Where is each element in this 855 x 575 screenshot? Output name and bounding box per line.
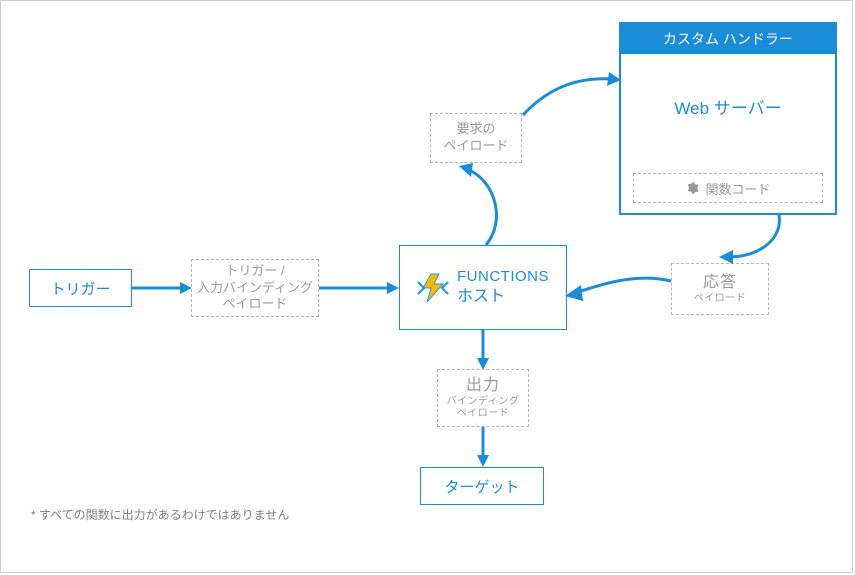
arrow-payload-to-host bbox=[319, 280, 399, 296]
node-trigger-payload-text: トリガー / 入力バインディング ペイロード bbox=[197, 263, 313, 314]
node-response-payload: 応答 ペイロード bbox=[671, 263, 769, 315]
node-trigger: トリガー bbox=[29, 269, 132, 307]
node-output-payload: 出力 バインディング ペイロード bbox=[437, 369, 529, 427]
arrow-host-to-output bbox=[475, 330, 491, 370]
diagram-canvas: トリガー トリガー / 入力バインディング ペイロード FUNCTIONS ホス… bbox=[0, 0, 853, 573]
custom-handler-title: カスタム ハンドラー bbox=[621, 24, 835, 54]
request-payload-line2: ペイロード bbox=[443, 138, 508, 153]
node-target: ターゲット bbox=[420, 467, 544, 505]
functions-label-bottom: ホスト bbox=[457, 287, 549, 307]
node-custom-handler: カスタム ハンドラー Web サーバー 関数コード bbox=[619, 22, 837, 215]
arrow-trigger-to-payload bbox=[132, 280, 192, 296]
node-trigger-label: トリガー bbox=[50, 278, 110, 299]
response-label-small: ペイロード bbox=[694, 293, 747, 306]
response-label-big: 応答 bbox=[703, 273, 737, 293]
node-functions-host: FUNCTIONS ホスト bbox=[399, 245, 567, 330]
arrow-output-to-target bbox=[475, 427, 491, 467]
arrow-handler-to-response bbox=[719, 215, 799, 265]
request-payload-line1: 要求の bbox=[456, 121, 495, 136]
custom-handler-body: Web サーバー 関数コード bbox=[621, 54, 835, 213]
node-trigger-payload: トリガー / 入力バインディング ペイロード bbox=[191, 259, 319, 317]
arrow-request-to-handler bbox=[521, 73, 621, 121]
arrow-host-to-request bbox=[461, 161, 521, 247]
node-request-payload: 要求の ペイロード bbox=[430, 113, 522, 163]
functions-icon bbox=[417, 272, 449, 304]
function-code-box: 関数コード bbox=[633, 173, 823, 203]
arrow-response-to-host bbox=[567, 275, 673, 307]
trigger-payload-line3: ペイロード bbox=[222, 296, 287, 311]
node-target-label: ターゲット bbox=[444, 476, 519, 497]
trigger-payload-line2: 入力バインディング bbox=[197, 280, 313, 295]
functions-label-top: FUNCTIONS bbox=[457, 268, 549, 287]
web-server-label: Web サーバー bbox=[621, 54, 835, 119]
functions-host-label: FUNCTIONS ホスト bbox=[457, 268, 549, 307]
trigger-payload-line1: トリガー / bbox=[225, 263, 284, 278]
output-label-s2: ペイロード bbox=[457, 408, 510, 421]
footnote: * すべての関数に出力があるわけではありません bbox=[31, 506, 289, 523]
function-code-label: 関数コード bbox=[705, 179, 770, 198]
output-label-big: 出力 bbox=[466, 376, 500, 396]
gear-icon bbox=[685, 181, 699, 195]
output-label-s1: バインディング bbox=[447, 396, 520, 409]
request-payload-text: 要求の ペイロード bbox=[443, 121, 508, 155]
custom-handler-title-label: カスタム ハンドラー bbox=[663, 29, 793, 49]
